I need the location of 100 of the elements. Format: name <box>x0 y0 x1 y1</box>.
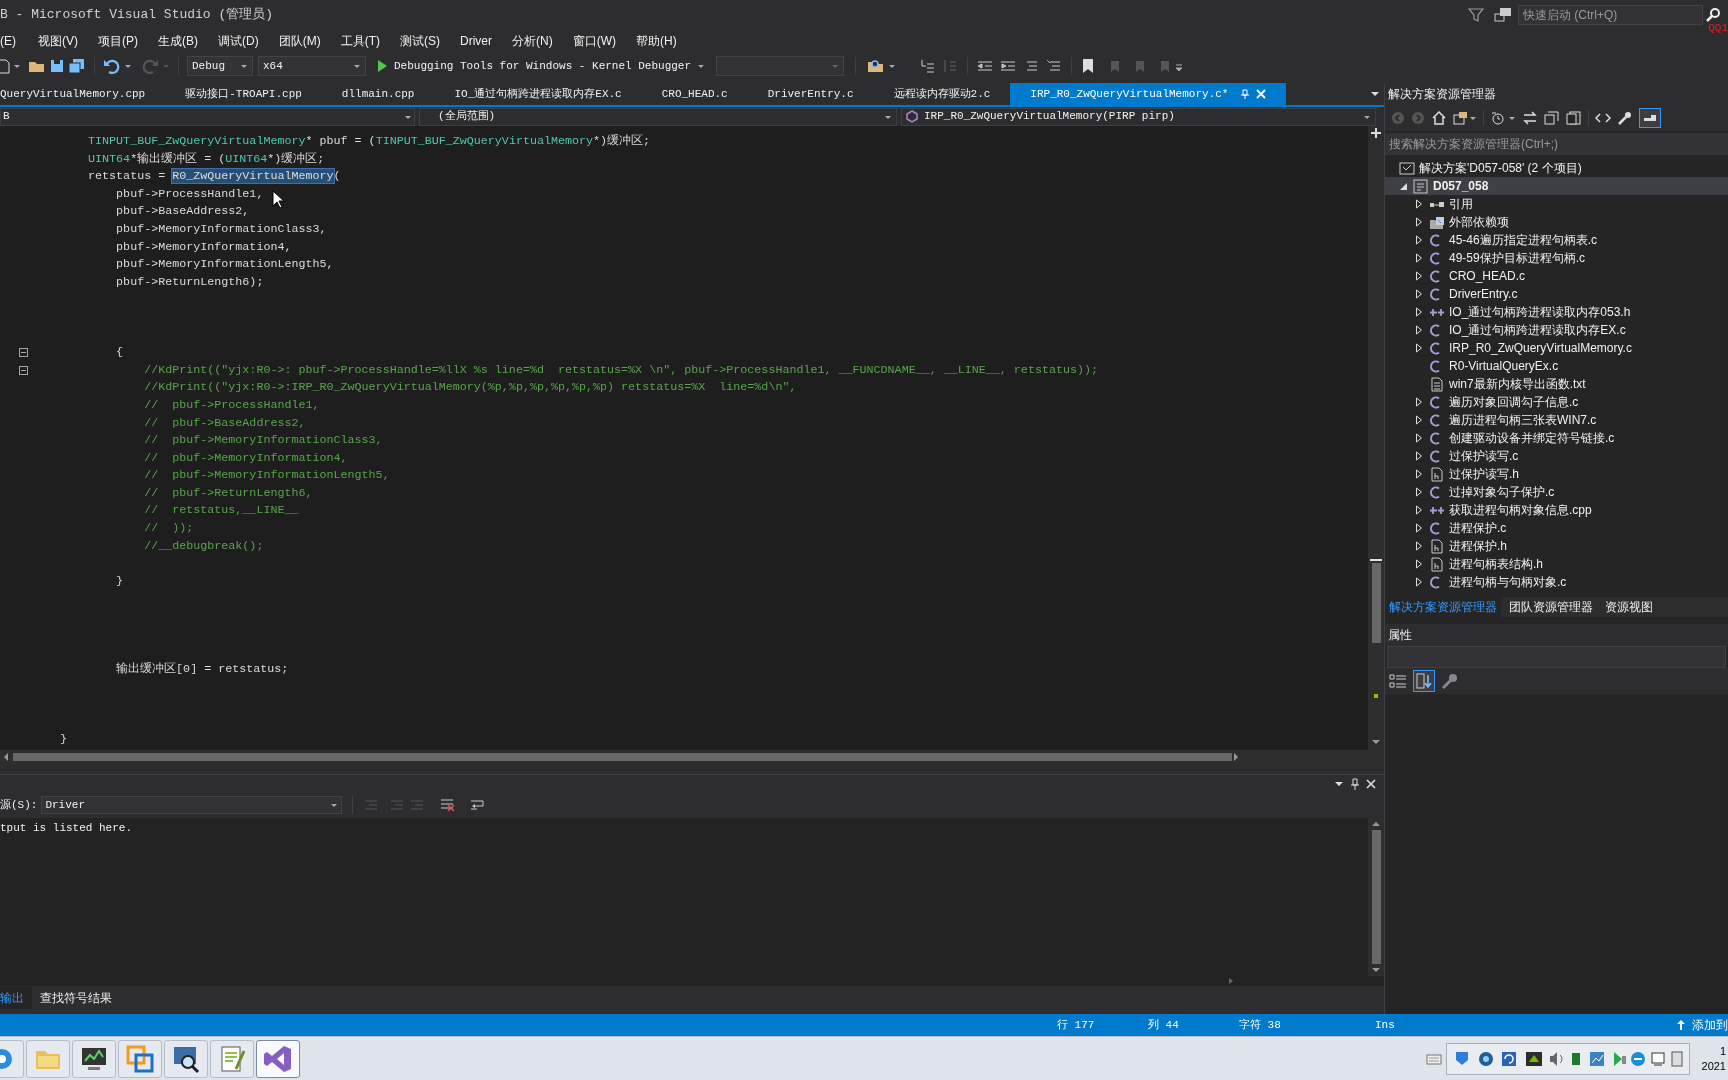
tree-item[interactable]: 创建驱动设备并绑定符号链接.c <box>1385 429 1728 447</box>
file-tab[interactable]: 驱动接口-TROAPI.cpp <box>165 83 322 105</box>
tree-item[interactable]: 45-46遍历指定进程句柄表.c <box>1385 231 1728 249</box>
scrollbar-thumb[interactable] <box>1371 563 1381 643</box>
file-tab[interactable]: QueryVirtualMemory.cpp <box>0 83 166 105</box>
output-tab[interactable]: 输出 <box>0 987 32 1009</box>
output-tab[interactable]: 查找符号结果 <box>32 987 120 1009</box>
find-in-files-icon[interactable] <box>867 58 886 74</box>
panel-tab[interactable]: 团队资源管理器 <box>1505 597 1597 617</box>
scrollbar-thumb[interactable] <box>1371 830 1381 964</box>
menu-item[interactable]: 视图(V) <box>31 31 85 51</box>
tree-item[interactable]: 解决方案'D057-058' (2 个项目) <box>1385 159 1728 177</box>
tree-item[interactable]: 进程句柄与句柄对象.c <box>1385 573 1728 591</box>
indent-icon[interactable] <box>1000 58 1017 74</box>
tree-item[interactable]: DriverEntry.c <box>1385 285 1728 303</box>
undo-icon[interactable] <box>103 58 121 74</box>
feedback-icon[interactable] <box>1494 7 1512 23</box>
pin-icon[interactable] <box>1350 777 1360 790</box>
caret-icon[interactable] <box>124 62 132 70</box>
menu-item[interactable]: 团队(M) <box>271 31 328 51</box>
menu-item[interactable]: 测试(S) <box>393 31 447 51</box>
wrench-icon[interactable] <box>1617 111 1633 125</box>
save-all-icon[interactable] <box>68 58 86 74</box>
tree-item[interactable]: 过掉对象勾子保护.c <box>1385 483 1728 501</box>
caret-icon[interactable] <box>13 62 21 70</box>
source-dropdown[interactable]: Driver <box>41 796 343 814</box>
pending-changes-icon[interactable] <box>1490 111 1516 125</box>
tree-item[interactable]: IO_通过句柄跨进程读取内存EX.c <box>1385 321 1728 339</box>
sync-icon[interactable] <box>1522 111 1538 125</box>
file-tab[interactable]: IRP_R0_ZwQueryVirtualMemory.c* <box>1010 83 1287 105</box>
tree-item[interactable]: win7最新内核导出函数.txt <box>1385 375 1728 393</box>
home-icon[interactable] <box>1431 111 1447 125</box>
tree-item[interactable]: D057_058 <box>1385 177 1728 195</box>
file-tab[interactable]: DriverEntry.c <box>747 83 874 105</box>
search-icon[interactable] <box>1705 7 1721 23</box>
scroll-up-icon[interactable] <box>1371 820 1381 828</box>
tree-item[interactable]: IO_通过句柄跨进程读取内存053.h <box>1385 303 1728 321</box>
member-dropdown[interactable]: IRP_R0_ZwQueryVirtualMemory(PIRP pirp) <box>901 107 1376 126</box>
tree-item[interactable]: 遍历进程句柄三张表WIN7.c <box>1385 411 1728 429</box>
outdent-icon[interactable] <box>977 58 994 74</box>
tree-item[interactable]: R0-VirtualQueryEx.c <box>1385 357 1728 375</box>
tree-item[interactable]: CRO_HEAD.c <box>1385 267 1728 285</box>
menu-item[interactable]: (E) <box>0 31 23 51</box>
menu-item[interactable]: 生成(B) <box>151 31 205 51</box>
close-icon[interactable] <box>1366 778 1376 789</box>
split-icon[interactable] <box>1370 127 1382 139</box>
collapse-icon[interactable] <box>19 366 28 375</box>
menu-item[interactable]: 窗口(W) <box>565 31 623 51</box>
tree-item[interactable]: 进程句柄表结构.h <box>1385 555 1728 573</box>
configuration-dropdown[interactable]: Debug <box>187 56 253 76</box>
collapse-all-icon[interactable] <box>1544 111 1560 125</box>
save-icon[interactable] <box>49 58 65 74</box>
tree-item[interactable]: 外部依赖项 <box>1385 213 1728 231</box>
tree-item[interactable]: 49-59保护目标进程句柄.c <box>1385 249 1728 267</box>
panel-tab[interactable]: 资源视图 <box>1601 597 1657 617</box>
tab-list-icon[interactable] <box>1370 90 1380 98</box>
caret-icon[interactable] <box>888 62 897 70</box>
tree-item[interactable]: 进程保护.h <box>1385 537 1728 555</box>
switch-views-icon[interactable] <box>1453 111 1477 125</box>
categorized-icon[interactable] <box>1389 673 1407 689</box>
scroll-down-icon[interactable] <box>1371 738 1381 746</box>
quick-launch-field[interactable]: 快速启动 (Ctrl+Q) <box>1518 5 1703 25</box>
tree-item[interactable]: 引用 <box>1385 195 1728 213</box>
menu-item[interactable]: 分析(N) <box>505 31 560 51</box>
show-all-files-icon[interactable] <box>1566 111 1582 125</box>
menu-item[interactable]: 调试(D) <box>211 31 266 51</box>
filter-icon[interactable] <box>1468 7 1484 23</box>
taskbar-button[interactable] <box>72 1039 116 1078</box>
output-scrollbar[interactable] <box>1368 818 1384 976</box>
panel-tab[interactable]: 解决方案资源管理器 <box>1385 597 1501 617</box>
search-field[interactable]: 搜索解决方案资源管理器(Ctrl+;) <box>1385 133 1728 155</box>
outline-icon[interactable] <box>919 58 936 74</box>
tree-item[interactable]: 过保护读写.c <box>1385 447 1728 465</box>
vertical-scrollbar[interactable] <box>1368 126 1384 750</box>
file-tab[interactable]: CRO_HEAD.c <box>641 83 748 105</box>
scroll-left-icon[interactable] <box>2 752 10 762</box>
menu-item[interactable]: 项目(P) <box>91 31 145 51</box>
scrollbar-thumb[interactable] <box>13 753 1232 761</box>
project-dropdown[interactable]: B <box>0 107 415 126</box>
tree-item[interactable]: 过保护读写.h <box>1385 465 1728 483</box>
clear-all-icon[interactable] <box>439 798 456 812</box>
collapse-icon[interactable] <box>19 348 28 358</box>
uncomment-icon[interactable] <box>1046 58 1063 74</box>
scroll-right-icon[interactable] <box>1228 977 1234 985</box>
tree-item[interactable]: IRP_R0_ZwQueryVirtualMemory.c <box>1385 339 1728 357</box>
new-file-icon[interactable] <box>0 58 10 74</box>
tree-item[interactable]: 获取进程句柄对象信息.cpp <box>1385 501 1728 519</box>
system-tray-drawing[interactable] <box>1445 1042 1690 1075</box>
platform-dropdown[interactable]: x64 <box>258 56 366 76</box>
taskbar-button[interactable] <box>164 1039 208 1078</box>
file-tab[interactable]: IO_通过句柄跨进程读取内存EX.c <box>434 83 642 105</box>
tree-item[interactable]: 遍历对象回调勾子信息.c <box>1385 393 1728 411</box>
tree-item[interactable]: 进程保护.c <box>1385 519 1728 537</box>
word-wrap-icon[interactable] <box>469 798 486 812</box>
file-tab[interactable]: dllmain.cpp <box>321 83 435 105</box>
scope-dropdown[interactable]: (全局范围) <box>419 107 897 126</box>
file-tab[interactable]: 远程读内存驱动2.c <box>873 83 1011 105</box>
menu-item[interactable]: Driver <box>453 31 499 51</box>
scroll-down-icon[interactable] <box>1371 966 1381 974</box>
code-icon[interactable] <box>1595 111 1611 125</box>
